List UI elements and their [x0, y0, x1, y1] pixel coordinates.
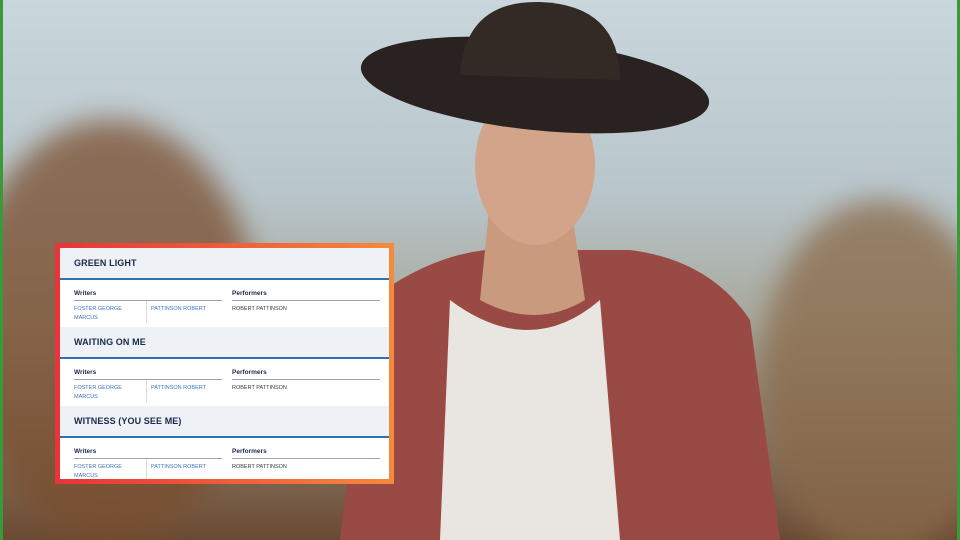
left-edge-border: [0, 0, 3, 540]
performers-heading: Performers: [232, 448, 267, 455]
writers-divider: [74, 379, 222, 380]
writer-link[interactable]: FOSTER GEORGE MARCUS: [74, 305, 138, 322]
writer-link[interactable]: PATTINSON ROBERT: [151, 384, 206, 393]
writers-heading: Writers: [74, 369, 97, 376]
song-header: WAITING ON ME: [60, 327, 389, 359]
writer-link[interactable]: PATTINSON ROBERT: [151, 463, 206, 472]
song-header: GREEN LIGHT: [60, 248, 389, 280]
song-credits: Writers Performers FOSTER GEORGE MARCUS …: [60, 359, 389, 406]
performer-name: ROBERT PATTINSON: [232, 464, 287, 470]
song-title: WITNESS (YOU SEE ME): [74, 416, 182, 426]
song-credits: Writers Performers FOSTER GEORGE MARCUS …: [60, 280, 389, 327]
song-entry-waiting-on-me: WAITING ON ME Writers Performers FOSTER …: [60, 327, 389, 406]
performers-divider: [232, 300, 380, 301]
performers-heading: Performers: [232, 290, 267, 297]
writer-link[interactable]: FOSTER GEORGE MARCUS: [74, 384, 138, 401]
writer-link[interactable]: FOSTER GEORGE MARCUS: [74, 463, 138, 479]
cell-divider: [146, 459, 147, 479]
performers-divider: [232, 379, 380, 380]
credits-card-frame: GREEN LIGHT Writers Performers FOSTER GE…: [55, 243, 394, 484]
writers-divider: [74, 300, 222, 301]
writers-heading: Writers: [74, 448, 97, 455]
performers-divider: [232, 458, 380, 459]
song-entry-green-light: GREEN LIGHT Writers Performers FOSTER GE…: [60, 248, 389, 327]
song-title: GREEN LIGHT: [74, 258, 137, 268]
song-title: WAITING ON ME: [74, 337, 146, 347]
song-header: WITNESS (YOU SEE ME): [60, 406, 389, 438]
credits-card: GREEN LIGHT Writers Performers FOSTER GE…: [60, 248, 389, 479]
writers-heading: Writers: [74, 290, 97, 297]
writer-link[interactable]: PATTINSON ROBERT: [151, 305, 206, 314]
performer-name: ROBERT PATTINSON: [232, 385, 287, 391]
cell-divider: [146, 301, 147, 323]
song-credits: Writers Performers FOSTER GEORGE MARCUS …: [60, 438, 389, 479]
performers-heading: Performers: [232, 369, 267, 376]
song-entry-witness-you-see-me: WITNESS (YOU SEE ME) Writers Performers …: [60, 406, 389, 479]
performer-name: ROBERT PATTINSON: [232, 306, 287, 312]
tree-foliage-right: [760, 200, 960, 540]
writers-divider: [74, 458, 222, 459]
cell-divider: [146, 380, 147, 402]
